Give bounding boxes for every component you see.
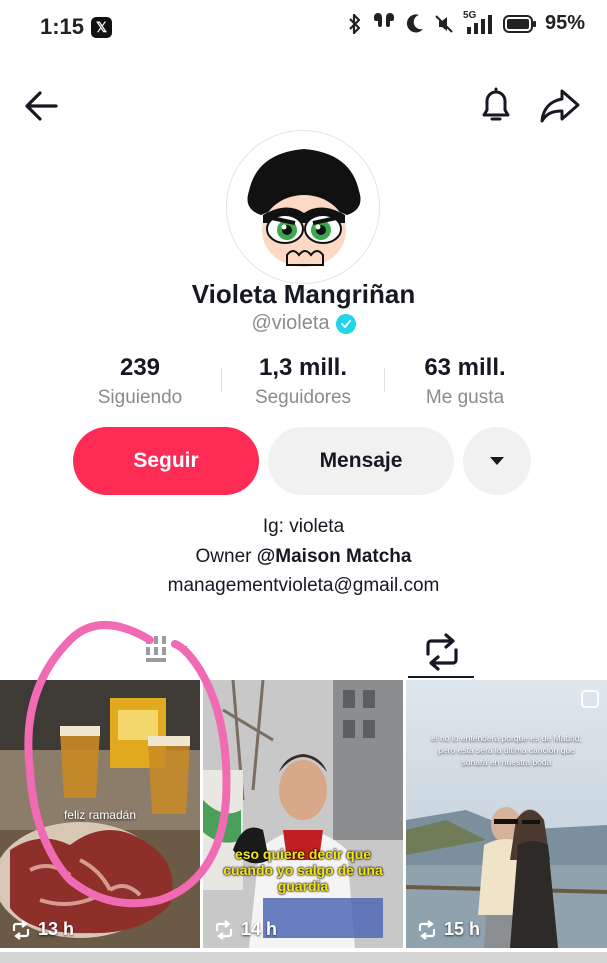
mute-icon (435, 14, 453, 33)
video-tile[interactable]: él no lo entenderá porque es de Madrid, … (406, 680, 607, 948)
bio-owner-mention[interactable]: @Maison Matcha (257, 546, 412, 567)
video-caption: feliz ramadán (63, 808, 137, 822)
multi-photo-icon (581, 690, 599, 708)
profile-stats: 239 Siguiendo 1,3 mill. Seguidores 63 mi… (0, 354, 607, 414)
video-tile[interactable]: feliz ramadán 13 h (0, 680, 200, 948)
stat-likes-label: Me gusta (425, 387, 505, 408)
stat-likes-value: 63 mill. (424, 354, 506, 381)
stat-following-value: 239 (119, 354, 161, 381)
display-name: Violeta Mangriñan (191, 279, 416, 309)
notifications-button[interactable] (476, 84, 516, 126)
video-caption: él no lo entenderá porque es de Madrid, … (431, 733, 582, 767)
back-button[interactable] (22, 86, 62, 126)
status-time: 1:15 (40, 14, 85, 39)
battery-icon (502, 14, 536, 33)
status-bar: 1:15 𝕏 5G 95% (0, 0, 607, 58)
video-thumbnail-street (203, 680, 403, 948)
stat-divider (384, 368, 385, 392)
tab-videos[interactable] (140, 630, 196, 666)
bio-line-email[interactable]: managementvioleta@gmail.com (0, 575, 607, 597)
handle-row: @violeta (0, 312, 607, 335)
arrow-left-icon (25, 91, 58, 121)
avatar[interactable] (226, 130, 380, 284)
repost-icon (418, 919, 436, 940)
video-repost-count: 14 h (213, 919, 277, 940)
caret-down-icon (490, 457, 504, 465)
stat-followers[interactable]: 1,3 mill. Seguidores (223, 354, 383, 409)
video-grid: feliz ramadán 13 h eso quiere decir que … (0, 680, 607, 963)
video-age: 14 h (241, 919, 278, 939)
active-tab-indicator (408, 676, 474, 678)
tab-reposts[interactable] (410, 628, 474, 676)
stat-followers-value: 1,3 mill. (258, 354, 348, 381)
status-icons: 5G 95% (347, 10, 585, 35)
moon-icon (406, 13, 423, 32)
earbuds-icon (373, 12, 394, 27)
bio-line-owner: Owner @Maison Matcha (0, 546, 607, 568)
username-handle: @violeta (251, 312, 330, 334)
video-thumbnail-coast (406, 680, 607, 948)
avatar-image (227, 131, 379, 283)
stat-following-label: Siguiendo (97, 387, 183, 408)
video-caption: eso quiere decir que cuando yo salgo de … (223, 846, 383, 894)
repost-icon (215, 919, 233, 940)
repost-icon (12, 919, 30, 940)
stat-followers-label: Seguidores (254, 387, 352, 408)
stat-divider (221, 368, 222, 392)
repost-icon (426, 633, 458, 671)
signal-indicator: 5G (463, 10, 495, 35)
video-age: 13 h (38, 919, 75, 939)
x-app-icon: 𝕏 (91, 17, 112, 38)
video-repost-count: 15 h (416, 919, 480, 940)
bio-owner-prefix: Owner (195, 546, 257, 567)
stat-likes[interactable]: 63 mill. Me gusta (385, 354, 545, 409)
verified-badge-icon (335, 313, 356, 334)
share-arrow-icon (540, 89, 580, 123)
stat-following[interactable]: 239 Siguiendo (60, 354, 220, 409)
video-tile[interactable]: eso quiere decir que cuando yo salgo de … (203, 680, 403, 948)
more-options-button[interactable] (463, 427, 531, 495)
bluetooth-icon (349, 13, 361, 34)
video-age: 15 h (444, 919, 481, 939)
video-repost-count: 13 h (10, 919, 74, 940)
grid-icon (146, 636, 188, 662)
share-button[interactable] (538, 86, 582, 126)
next-row-peek (0, 952, 607, 963)
battery-percent: 95% (544, 12, 585, 34)
signal-bars-icon (466, 14, 492, 34)
message-button[interactable]: Mensaje (268, 427, 454, 495)
bio-line-instagram: Ig: violeta (262, 516, 345, 537)
bell-icon (482, 87, 510, 121)
follow-button[interactable]: Seguir (73, 427, 259, 495)
